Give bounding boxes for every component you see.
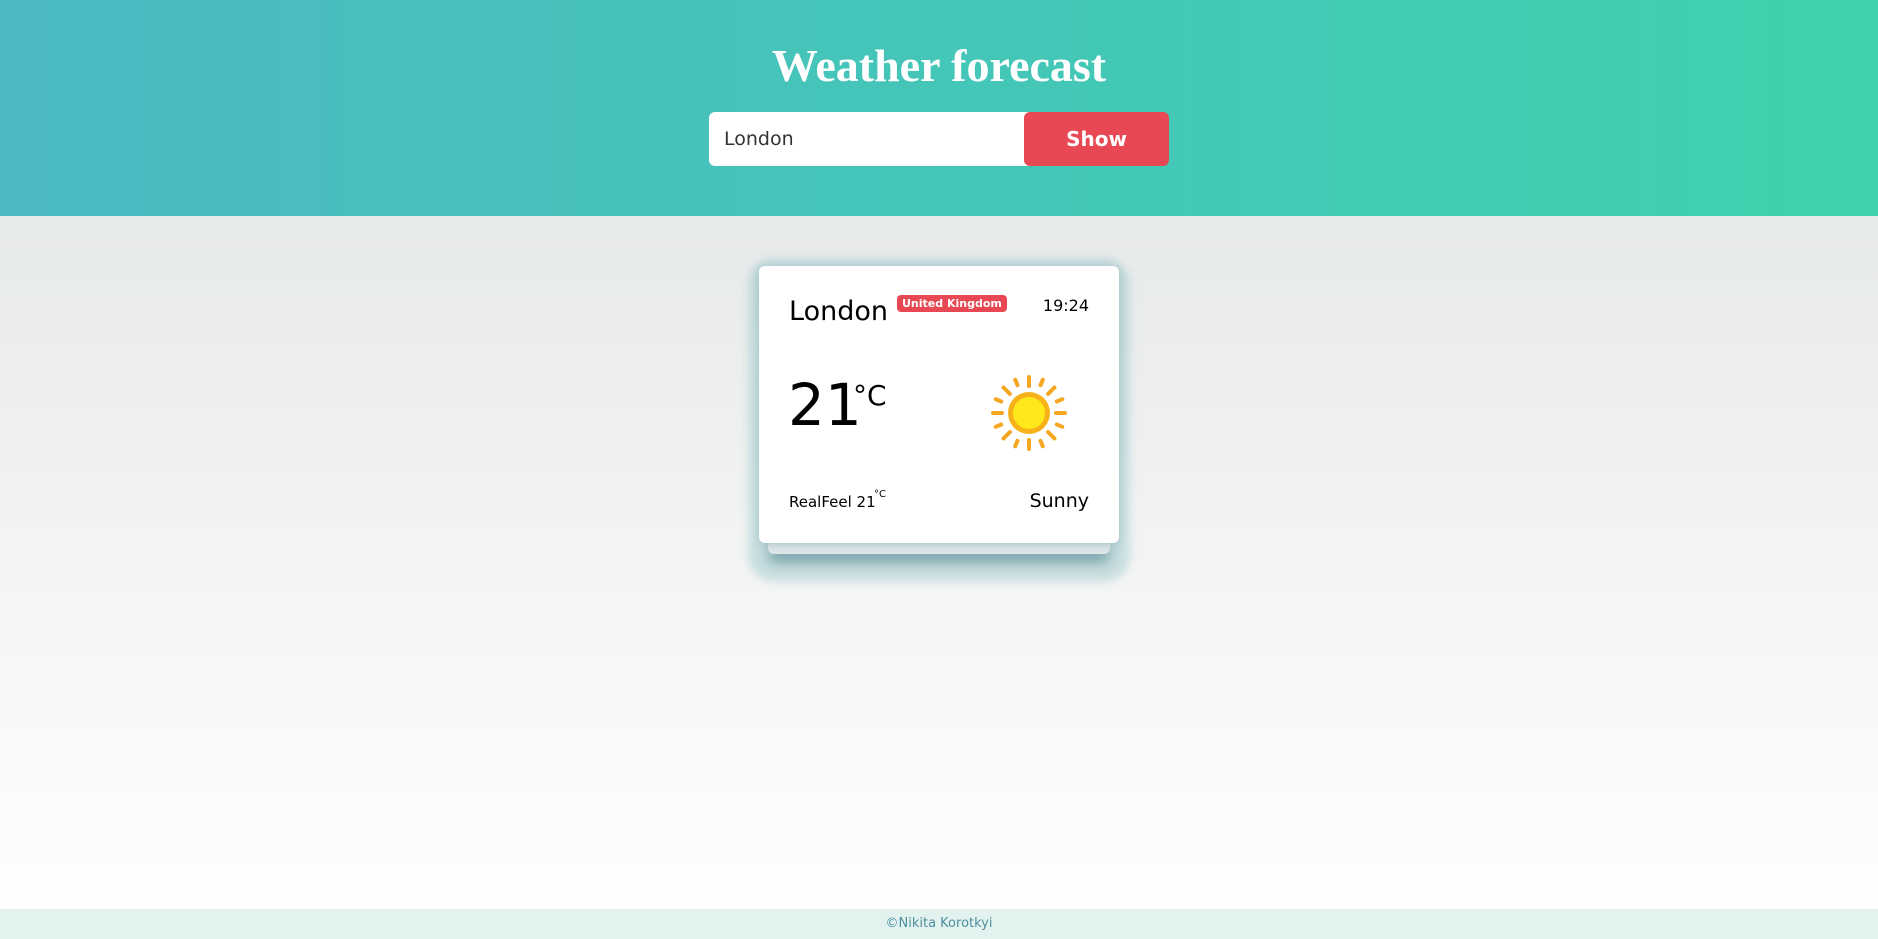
footer: ©Nikita Korotkyi (0, 909, 1878, 939)
temperature-unit: °C (853, 379, 887, 412)
city-search-input[interactable] (709, 112, 1040, 166)
realfeel-unit: °C (874, 489, 886, 500)
weather-condition: Sunny (1029, 490, 1089, 512)
header: Weather forecast Show (0, 0, 1878, 216)
footer-credit: ©Nikita Korotkyi (885, 916, 993, 931)
country-badge: United Kingdom (897, 295, 1007, 312)
weather-card: London United Kingdom 19:24 21 °C RealFe… (759, 266, 1119, 543)
sun-icon (991, 375, 1067, 451)
temperature-value: 21 (788, 371, 862, 439)
search-bar: Show (709, 112, 1169, 166)
show-button[interactable]: Show (1024, 112, 1169, 166)
local-time: 19:24 (1042, 296, 1089, 315)
realfeel-value: RealFeel 21 (789, 493, 876, 511)
page-title: Weather forecast (771, 40, 1107, 91)
city-name: London (789, 296, 888, 327)
